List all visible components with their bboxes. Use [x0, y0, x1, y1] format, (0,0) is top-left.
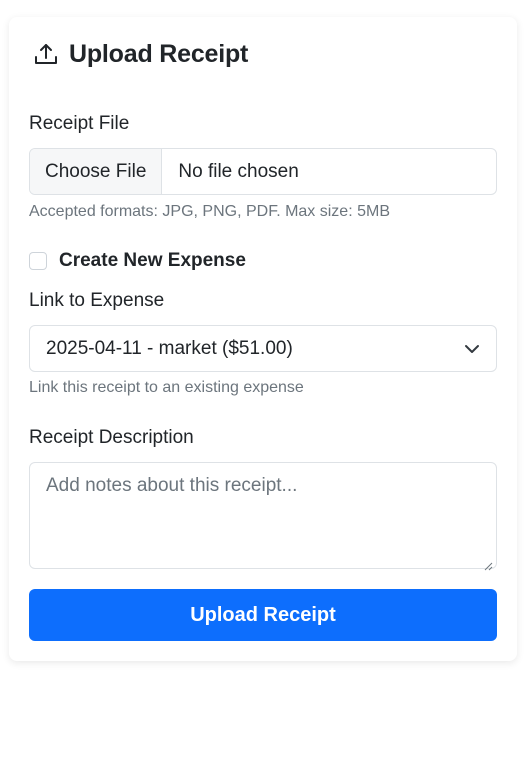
create-expense-row: Create New Expense [29, 250, 246, 272]
create-expense-checkbox[interactable] [29, 252, 47, 270]
upload-receipt-button[interactable]: Upload Receipt [29, 589, 497, 641]
choose-file-button[interactable]: Choose File [30, 149, 163, 194]
link-expense-select[interactable]: 2025-04-11 - market ($51.00) [29, 325, 497, 372]
link-expense-label: Link to Expense [29, 290, 165, 311]
card-header: Upload Receipt [33, 39, 248, 69]
create-expense-label[interactable]: Create New Expense [59, 250, 246, 272]
description-label: Receipt Description [29, 427, 194, 448]
chevron-down-icon [464, 341, 480, 357]
receipt-file-label: Receipt File [29, 113, 130, 134]
card-title: Upload Receipt [69, 39, 249, 68]
file-status-text: No file chosen [178, 160, 299, 182]
description-textarea[interactable]: Add notes about this receipt... [29, 462, 497, 571]
upload-receipt-card: Upload Receipt Receipt File Choose File … [9, 17, 517, 661]
upload-icon [33, 41, 59, 67]
description-placeholder: Add notes about this receipt... [46, 475, 298, 496]
receipt-file-input[interactable]: Choose File No file chosen [29, 148, 497, 195]
link-expense-help: Link this receipt to an existing expense [29, 379, 304, 396]
link-expense-selected-value: 2025-04-11 - market ($51.00) [46, 337, 293, 359]
resize-grip-icon[interactable] [483, 555, 493, 571]
receipt-file-help: Accepted formats: JPG, PNG, PDF. Max siz… [29, 203, 390, 220]
